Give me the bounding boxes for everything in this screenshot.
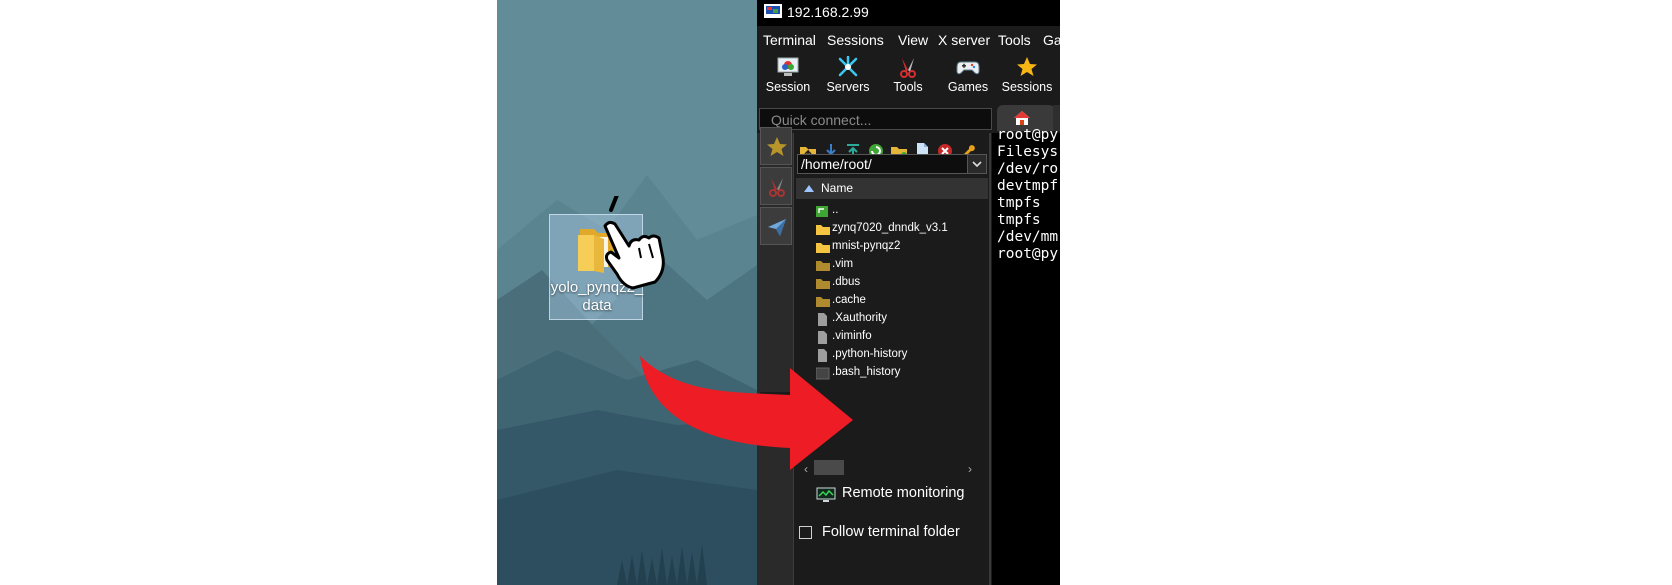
menu-games[interactable]: Gam <box>1043 32 1060 48</box>
terminal-line: devtmpf <box>997 178 1059 194</box>
tools-button[interactable]: Tools <box>878 52 938 94</box>
menu-view[interactable]: View <box>898 32 928 48</box>
terminal-line: /dev/mm <box>997 229 1059 245</box>
path-field[interactable]: /home/root/ <box>797 154 987 174</box>
scroll-thumb[interactable] <box>814 460 844 475</box>
quick-connect-input[interactable]: Quick connect... <box>759 108 992 130</box>
tools-label: Tools <box>893 80 923 94</box>
star-icon <box>1017 57 1037 76</box>
column-header-name: Name <box>821 181 854 195</box>
games-label: Games <box>947 80 989 94</box>
terminal-line: /dev/ro <box>997 161 1059 177</box>
horizontal-scrollbar[interactable]: ‹ › <box>804 459 972 476</box>
remote-monitoring-label: Remote monitoring <box>842 485 965 501</box>
file-name: .dbus <box>832 276 861 288</box>
star-icon <box>767 137 787 156</box>
scroll-right-icon[interactable]: › <box>968 462 972 476</box>
gamepad-icon <box>956 61 980 75</box>
terminal-pane[interactable]: root@py Filesys/dev/ro devtmpf tmpfs tmpfs/d… <box>992 127 1060 585</box>
file-name: .bash_history <box>832 366 901 378</box>
follow-terminal-label: Follow terminal folder <box>822 524 960 540</box>
menu-sessions[interactable]: Sessions <box>827 32 884 48</box>
file-icon <box>818 313 827 326</box>
file-icon <box>818 331 827 344</box>
terminal-line: root@py <box>997 246 1059 262</box>
sftp-globe-icon <box>769 405 787 423</box>
parent-dir-icon <box>816 206 828 217</box>
folder-icon <box>816 279 830 289</box>
sessions-label: Sessions <box>1001 80 1053 94</box>
file-name: .python-history <box>832 348 908 360</box>
menu-xserver[interactable]: X server <box>938 32 990 48</box>
file-name: .viminfo <box>832 330 872 342</box>
home-icon <box>1014 111 1030 125</box>
window-title: 192.168.2.99 <box>787 4 869 20</box>
folder-icon <box>816 225 830 235</box>
title-bar[interactable]: 192.168.2.99 <box>757 0 1060 26</box>
paper-plane-icon <box>768 219 786 236</box>
file-name: .cache <box>832 294 866 306</box>
file-name: .. <box>832 204 839 216</box>
main-toolbar: Session Servers Tools Games Sessions <box>757 52 1060 100</box>
folder-icon <box>816 243 830 253</box>
file-name: mnist-pynqz2 <box>832 240 901 252</box>
session-button[interactable]: Session <box>758 52 818 94</box>
tools-icon <box>769 178 785 197</box>
click-hand-icon <box>603 196 665 290</box>
desktop-background: yolo_pynqz2_data <box>497 0 757 585</box>
sessions-side-button[interactable] <box>760 127 792 165</box>
tools-side-button[interactable] <box>760 167 792 205</box>
monitor-chart-icon <box>816 487 836 502</box>
sessions-button[interactable]: Sessions <box>997 52 1057 94</box>
terminal-line: tmpfs <box>997 212 1041 228</box>
name-column-header[interactable]: Name <box>796 178 988 199</box>
file-name: .Xauthority <box>832 312 887 324</box>
app-logo-icon <box>764 4 782 18</box>
tools-icon <box>900 58 916 78</box>
session-icon <box>777 57 799 76</box>
folder-icon <box>816 297 830 307</box>
terminal-line: root@py <box>997 127 1059 143</box>
games-button[interactable]: Games <box>938 52 998 94</box>
menu-terminal[interactable]: Terminal <box>763 32 816 48</box>
path-text: /home/root/ <box>801 156 872 172</box>
macros-side-button[interactable] <box>760 207 792 245</box>
file-icon <box>816 367 830 380</box>
terminal-line: Filesys <box>997 144 1059 160</box>
session-label: Session <box>765 80 811 94</box>
file-name: zynq7020_dnndk_v3.1 <box>832 222 948 234</box>
file-icon <box>818 349 827 362</box>
servers-button[interactable]: Servers <box>818 52 878 94</box>
file-name: .vim <box>832 258 854 270</box>
servers-icon <box>838 56 858 77</box>
chevron-down-icon <box>972 161 982 168</box>
servers-label: Servers <box>826 80 870 94</box>
terminal-line: tmpfs <box>997 195 1041 211</box>
sftp-file-browser: /home/root/ Name .. zynq7020_dnndk_v3.1mn… <box>796 133 991 585</box>
path-dropdown-button[interactable] <box>967 155 986 173</box>
follow-terminal-checkbox[interactable] <box>799 526 812 539</box>
scroll-left-icon[interactable]: ‹ <box>804 462 808 476</box>
sftp-side-tab[interactable] <box>760 392 796 436</box>
menu-tools[interactable]: Tools <box>998 32 1031 48</box>
folder-icon <box>816 261 830 271</box>
mobaxterm-window: 192.168.2.99 Terminal Sessions View X se… <box>757 0 1060 585</box>
sort-ascending-icon <box>804 185 814 192</box>
side-panel-bar <box>757 127 796 585</box>
